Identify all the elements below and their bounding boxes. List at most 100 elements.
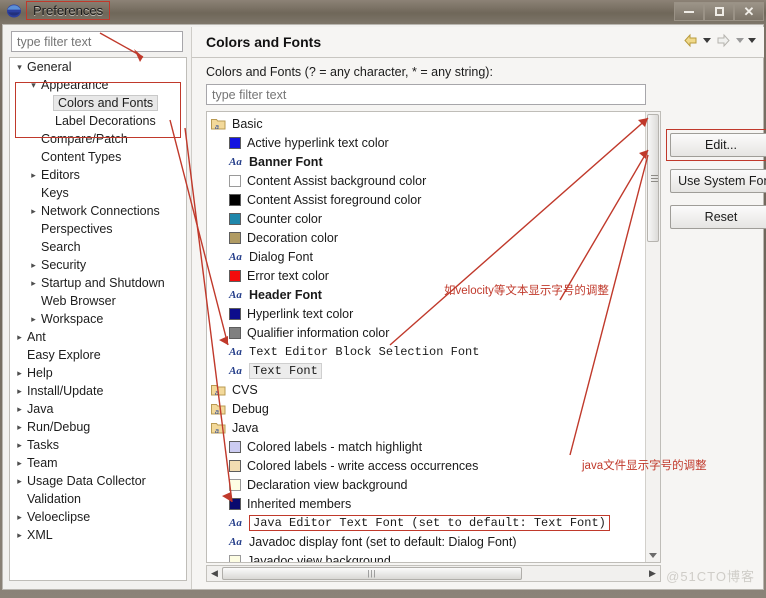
preferences-tree-item[interactable]: Colors and Fonts <box>10 94 186 112</box>
preferences-tree[interactable]: General Appearance Colors and Fonts Label D… <box>9 57 187 581</box>
tree-twisty-icon[interactable] <box>14 476 25 487</box>
preferences-tree-item[interactable]: Tasks <box>10 436 186 454</box>
preferences-tree-item[interactable]: Perspectives <box>10 220 186 238</box>
vertical-scrollbar-thumb[interactable] <box>647 114 659 242</box>
right-panel: Colors and Fonts Colors and Fonts (? = a… <box>191 27 766 589</box>
colors-fonts-item[interactable]: Counter color <box>207 209 645 228</box>
preferences-tree-item[interactable]: Editors <box>10 166 186 184</box>
preferences-tree-item[interactable]: Ant <box>10 328 186 346</box>
back-arrow-icon[interactable] <box>682 33 699 48</box>
tree-twisty-icon[interactable] <box>14 440 25 451</box>
scroll-right-arrow-icon[interactable]: ▶ <box>645 568 660 579</box>
colors-fonts-item[interactable]: Content Assist foreground color <box>207 190 645 209</box>
colors-fonts-item[interactable]: Colored labels - write access occurrence… <box>207 456 645 475</box>
colors-fonts-item[interactable]: Colored labels - match highlight <box>207 437 645 456</box>
preferences-tree-item[interactable]: General <box>10 58 186 76</box>
colors-fonts-item[interactable]: Aa Java Editor Text Font (set to default:… <box>207 513 645 532</box>
colors-fonts-item[interactable]: a Java <box>207 418 645 437</box>
preferences-tree-item-label: Veloeclipse <box>27 510 91 524</box>
minimize-button[interactable] <box>674 2 704 21</box>
colors-fonts-item[interactable]: a Debug <box>207 399 645 418</box>
use-system-font-button[interactable]: Use System Font <box>670 169 766 193</box>
navigation-toolbar <box>682 33 756 48</box>
reset-button[interactable]: Reset <box>670 205 766 229</box>
preferences-tree-item[interactable]: XML <box>10 526 186 544</box>
preferences-tree-item[interactable]: Easy Explore <box>10 346 186 364</box>
scroll-down-arrow-icon[interactable] <box>649 553 657 558</box>
preferences-tree-item[interactable]: Label Decorations <box>10 112 186 130</box>
colors-fonts-item[interactable]: a Basic <box>207 114 645 133</box>
preferences-tree-item[interactable]: Help <box>10 364 186 382</box>
colors-fonts-item[interactable]: Active hyperlink text color <box>207 133 645 152</box>
preferences-tree-item[interactable]: Keys <box>10 184 186 202</box>
preferences-tree-item[interactable]: Run/Debug <box>10 418 186 436</box>
preferences-tree-item[interactable]: Search <box>10 238 186 256</box>
tree-twisty-icon[interactable] <box>14 404 25 415</box>
forward-dropdown-icon[interactable] <box>736 38 744 43</box>
tree-twisty-icon[interactable] <box>28 206 39 217</box>
preferences-tree-item[interactable]: Usage Data Collector <box>10 472 186 490</box>
tree-twisty-icon[interactable] <box>14 368 25 379</box>
left-filter-input[interactable] <box>11 31 183 52</box>
tree-twisty-icon[interactable] <box>14 422 25 433</box>
svg-text:a: a <box>215 428 219 434</box>
preferences-tree-item[interactable]: Web Browser <box>10 292 186 310</box>
colors-fonts-item[interactable]: Declaration view background <box>207 475 645 494</box>
colors-and-fonts-tree[interactable]: a Basic Active hyperlink text color Aa Banne… <box>206 111 661 563</box>
edit-button[interactable]: Edit... <box>670 133 766 157</box>
preferences-tree-item[interactable]: Java <box>10 400 186 418</box>
tree-twisty-icon[interactable] <box>28 170 39 181</box>
forward-arrow-icon <box>717 33 730 48</box>
tree-twisty-icon[interactable] <box>14 386 25 397</box>
vertical-scrollbar[interactable] <box>645 112 660 562</box>
colors-fonts-item[interactable]: Aa Text Font <box>207 361 645 380</box>
colors-fonts-item[interactable]: Aa Dialog Font <box>207 247 645 266</box>
preferences-tree-item[interactable]: Compare/Patch <box>10 130 186 148</box>
preferences-tree-item[interactable]: Validation <box>10 490 186 508</box>
maximize-button[interactable] <box>704 2 734 21</box>
tree-twisty-icon[interactable] <box>28 260 39 271</box>
tree-twisty-icon[interactable] <box>14 62 25 73</box>
preferences-tree-item[interactable]: Startup and Shutdown <box>10 274 186 292</box>
preferences-tree-item[interactable]: Content Types <box>10 148 186 166</box>
colors-fonts-item[interactable]: Hyperlink text color <box>207 304 645 323</box>
colors-fonts-item-label: Colored labels - write access occurrence… <box>247 458 479 473</box>
horizontal-scrollbar-thumb[interactable]: ||| <box>222 567 522 580</box>
tree-twisty-icon[interactable] <box>14 458 25 469</box>
colors-fonts-item[interactable]: Aa Text Editor Block Selection Font <box>207 342 645 361</box>
horizontal-scrollbar-track[interactable]: ||| <box>222 567 645 580</box>
preferences-tree-item[interactable]: Veloeclipse <box>10 508 186 526</box>
preferences-tree-item[interactable]: Workspace <box>10 310 186 328</box>
colors-fonts-item[interactable]: Inherited members <box>207 494 645 513</box>
back-dropdown-icon[interactable] <box>703 38 711 43</box>
tree-twisty-icon[interactable] <box>28 278 39 289</box>
preferences-tree-item[interactable]: Security <box>10 256 186 274</box>
colors-fonts-item-label: Basic <box>232 116 263 131</box>
tree-twisty-icon[interactable] <box>28 314 39 325</box>
tree-twisty-icon[interactable] <box>14 512 25 523</box>
colors-fonts-item[interactable]: Aa Javadoc display font (set to default: … <box>207 532 645 551</box>
scroll-left-arrow-icon[interactable]: ◀ <box>207 568 222 579</box>
preferences-tree-item[interactable]: Network Connections <box>10 202 186 220</box>
preferences-tree-item[interactable]: Appearance <box>10 76 186 94</box>
tree-twisty-icon[interactable] <box>14 530 25 541</box>
preferences-tree-item[interactable]: Install/Update <box>10 382 186 400</box>
colors-fonts-item[interactable]: Javadoc view background <box>207 551 645 562</box>
close-button[interactable]: ✕ <box>734 2 764 21</box>
colors-fonts-item[interactable]: Qualifier information color <box>207 323 645 342</box>
view-menu-icon[interactable] <box>748 38 756 43</box>
colors-fonts-item[interactable]: Content Assist background color <box>207 171 645 190</box>
annotation-java-note: java文件显示字号的调整 <box>582 460 707 472</box>
colors-fonts-item-label: Error text color <box>247 268 329 283</box>
colors-fonts-filter-input[interactable] <box>206 84 646 105</box>
preferences-tree-item[interactable]: Team <box>10 454 186 472</box>
colors-fonts-item[interactable]: Aa Banner Font <box>207 152 645 171</box>
tree-twisty-icon[interactable] <box>14 332 25 343</box>
color-swatch <box>229 193 241 206</box>
colors-fonts-item[interactable]: a CVS <box>207 380 645 399</box>
eclipse-icon <box>7 4 21 18</box>
tree-twisty-icon[interactable] <box>28 80 39 91</box>
colors-fonts-item[interactable]: Decoration color <box>207 228 645 247</box>
color-swatch <box>229 459 241 472</box>
horizontal-scrollbar[interactable]: ◀ ||| ▶ <box>206 565 661 582</box>
